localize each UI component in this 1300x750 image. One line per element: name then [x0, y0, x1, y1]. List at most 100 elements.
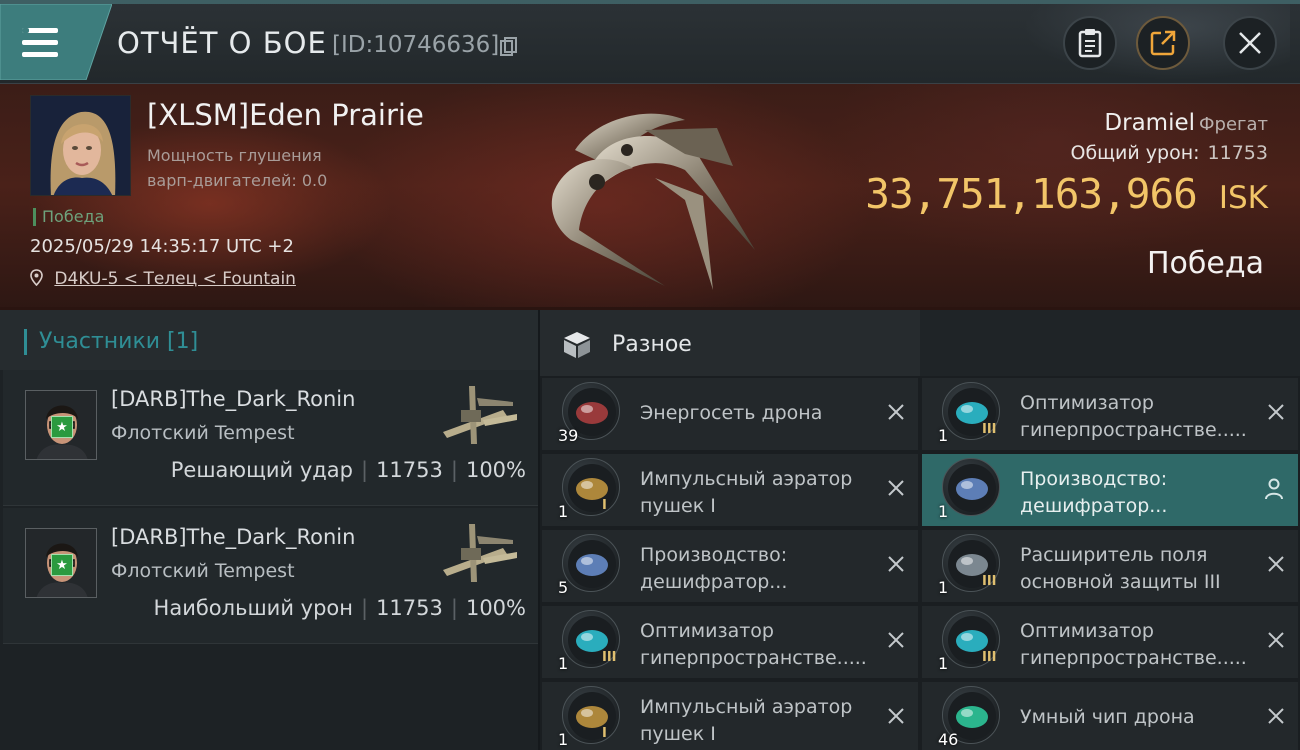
separator: | — [450, 458, 458, 482]
item-name: Оптимизатор гиперпространстве..... — [1020, 392, 1247, 441]
item-quantity: 1 — [558, 502, 569, 521]
close-button[interactable] — [1223, 16, 1277, 70]
item-quantity: 1 — [938, 654, 949, 673]
ship-class: Фрегат — [1199, 114, 1268, 135]
item-quantity: 1 — [938, 578, 949, 597]
item-name: Производство: дешифратор... — [1020, 468, 1168, 517]
participant-role: Наибольший урон — [153, 596, 353, 620]
victim-name[interactable]: [XLSM]Eden Prairie — [147, 98, 424, 132]
total-damage-value: 11753 — [1207, 142, 1268, 164]
participant-name[interactable]: [DARB]The_Dark_Ronin — [111, 525, 355, 549]
kill-location[interactable]: D4KU-5 < Телец < Fountain — [30, 269, 296, 289]
close-icon[interactable] — [1266, 630, 1286, 650]
close-icon[interactable] — [886, 402, 906, 422]
participant-row[interactable]: ★ [DARB]The_Dark_Ronin Флотский Tempest … — [3, 508, 538, 644]
menu-button[interactable] — [0, 4, 112, 80]
item-icon — [562, 458, 620, 516]
item-row[interactable]: 46 Умный чип дрона — [922, 682, 1298, 750]
victim-ship[interactable]: Dramiel Фрегат — [1104, 110, 1268, 136]
participant-ship: Флотский Tempest — [111, 422, 295, 444]
participant-stats: Наибольший урон | 11753 | 100% — [154, 596, 526, 620]
close-icon — [1239, 32, 1261, 54]
item-name: Энергосеть дрона — [640, 402, 823, 424]
warp-jam-value: варп-двигателей: 0.0 — [147, 171, 328, 190]
item-row[interactable]: 5 Производство: дешифратор... — [542, 530, 918, 602]
close-icon[interactable] — [886, 554, 906, 574]
isk-amount: 33,751,163,966 — [865, 170, 1198, 218]
star-icon: ★ — [51, 416, 73, 438]
close-icon[interactable] — [1266, 554, 1286, 574]
item-tier: III — [982, 422, 997, 437]
victory-status: Победа — [33, 208, 104, 226]
person-icon[interactable] — [1264, 478, 1284, 500]
item-quantity: 46 — [938, 730, 959, 749]
isk-value: 33,751,163,966 ISK — [865, 170, 1268, 218]
share-button[interactable] — [1136, 16, 1190, 70]
item-icon — [562, 534, 620, 592]
participant-ship: Флотский Tempest — [111, 560, 295, 582]
item-name: Умный чип дрона — [1020, 706, 1195, 728]
item-name: Оптимизатор гиперпространстве..... — [640, 620, 867, 669]
close-icon[interactable] — [886, 478, 906, 498]
item-row[interactable]: 1 III Оптимизатор гиперпространстве..... — [922, 378, 1298, 450]
items-category-title: Разное — [612, 332, 692, 357]
item-name: Расширитель поля основной защиты III — [1020, 544, 1221, 593]
battle-outcome: Победа — [1147, 246, 1264, 281]
participants-title[interactable]: Участники [1] — [24, 329, 198, 355]
participant-damage: 11753 — [376, 458, 443, 482]
item-quantity: 1 — [938, 426, 949, 445]
item-row[interactable]: 1 III Оптимизатор гиперпространстве..... — [922, 606, 1298, 678]
isk-unit: ISK — [1218, 180, 1268, 216]
total-damage: Общий урон: 11753 — [1070, 142, 1268, 164]
items-header-filler — [920, 310, 1300, 376]
ship-image — [443, 524, 517, 582]
item-icon — [942, 458, 1000, 516]
item-row[interactable]: 1 III Оптимизатор гиперпространстве..... — [542, 606, 918, 678]
item-row[interactable]: 1 Производство: дешифратор... — [922, 454, 1298, 526]
item-quantity: 5 — [558, 578, 569, 597]
separator: | — [360, 458, 369, 482]
participant-stats: Решающий удар | 11753 | 100% — [171, 458, 526, 482]
item-row[interactable]: 39 Энергосеть дрона — [542, 378, 918, 450]
item-quantity: 1 — [558, 730, 569, 749]
participant-damage: 11753 — [376, 596, 443, 620]
items-header: Разное — [540, 310, 920, 376]
kill-summary-banner: [XLSM]Eden Prairie Мощность глушения вар… — [0, 84, 1300, 310]
clipboard-button[interactable] — [1063, 16, 1117, 70]
participant-percent: 100% — [465, 458, 526, 482]
close-icon[interactable] — [886, 630, 906, 650]
warp-jam-label: Мощность глушения — [147, 146, 322, 165]
location-link[interactable]: D4KU-5 < Телец < Fountain — [54, 269, 296, 289]
portrait-image — [31, 96, 130, 195]
location-pin-icon — [30, 269, 43, 287]
items-panel: Разное 39 Энергосеть дрона 1 III Оптимизатор… — [540, 310, 1300, 750]
item-name: Импульсный аэратор пушек I — [640, 696, 853, 745]
item-name: Производство: дешифратор... — [640, 544, 788, 593]
star-icon: ★ — [51, 554, 73, 576]
close-icon[interactable] — [1266, 402, 1286, 422]
item-quantity: 1 — [938, 502, 949, 521]
top-bar: ОТЧЁТ О БОЕ [ID:10746636] — [0, 0, 1300, 84]
separator: | — [450, 596, 458, 620]
participant-percent: 100% — [465, 596, 526, 620]
participant-row[interactable]: ★ [DARB]The_Dark_Ronin Флотский Tempest … — [3, 370, 538, 506]
participant-role: Решающий удар — [170, 458, 353, 482]
item-row[interactable]: 1 I Импульсный аэратор пушек I — [542, 682, 918, 750]
item-name: Оптимизатор гиперпространстве..... — [1020, 620, 1247, 669]
separator: | — [360, 596, 369, 620]
item-quantity: 1 — [558, 654, 569, 673]
close-icon[interactable] — [1266, 706, 1286, 726]
victim-avatar[interactable] — [30, 95, 131, 196]
participant-name[interactable]: [DARB]The_Dark_Ronin — [111, 387, 355, 411]
item-row[interactable]: 1 III Расширитель поля основной защиты III — [922, 530, 1298, 602]
ship-name: Dramiel — [1104, 110, 1196, 136]
item-row[interactable]: 1 I Импульсный аэратор пушек I — [542, 454, 918, 526]
item-tier: I — [602, 726, 607, 741]
close-icon[interactable] — [886, 706, 906, 726]
item-tier: III — [982, 650, 997, 665]
copy-icon[interactable] — [500, 37, 518, 57]
clipboard-icon — [1078, 29, 1102, 58]
item-tier: III — [602, 650, 617, 665]
item-tier: I — [602, 498, 607, 513]
item-icon — [562, 686, 620, 744]
